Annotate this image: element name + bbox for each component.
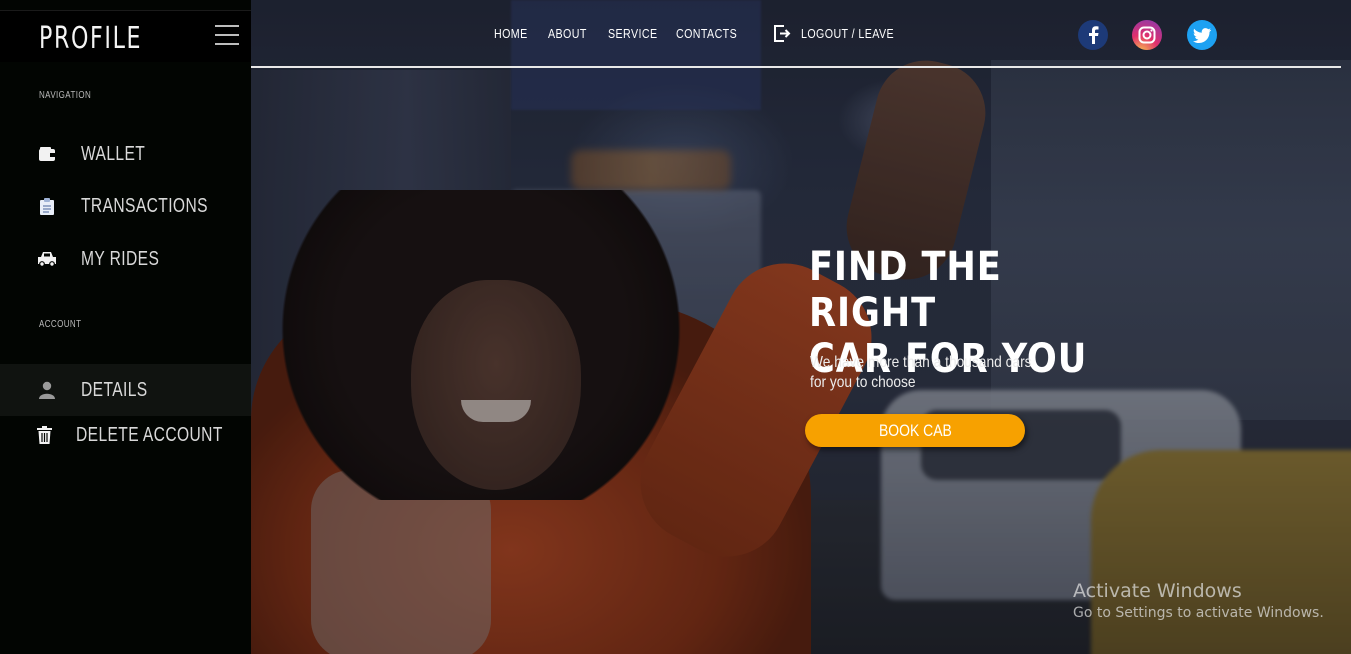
nav-divider	[251, 66, 1341, 68]
sidebar-item-label: MY RIDES	[81, 247, 160, 270]
nav-link-about[interactable]: ABOUT	[548, 26, 587, 41]
nav-section-heading: NAVIGATION	[39, 90, 92, 101]
sidebar-item-my-rides[interactable]: MY RIDES	[0, 233, 251, 285]
taxi-icon	[37, 249, 57, 269]
nav-link-home[interactable]: HOME	[494, 26, 528, 41]
hamburger-icon[interactable]	[215, 25, 239, 47]
twitter-icon[interactable]	[1187, 20, 1217, 50]
trash-icon	[37, 425, 52, 445]
sidebar-item-wallet[interactable]: WALLET	[0, 128, 251, 180]
hero-subtext: We have more than a thousand cars for yo…	[810, 353, 1034, 393]
sign-out-icon[interactable]	[774, 25, 791, 42]
sidebar: PROFILE NAVIGATION WALLET TRANSACTIONS M…	[0, 0, 251, 654]
facebook-icon[interactable]	[1078, 20, 1108, 50]
user-icon	[37, 380, 57, 400]
sidebar-item-delete-account[interactable]: DELETE ACCOUNT	[0, 409, 251, 461]
book-cab-label: BOOK CAB	[878, 421, 952, 440]
hero-subtext-line: for you to choose	[810, 374, 916, 391]
hero-headline-line: FIND THE RIGHT	[809, 244, 1002, 336]
nav-section-heading: ACCOUNT	[39, 319, 82, 330]
logout-link[interactable]: LOGOUT / LEAVE	[801, 26, 894, 41]
clipboard-icon	[37, 196, 57, 216]
sidebar-item-label: WALLET	[81, 142, 146, 165]
top-navigation: HOME ABOUT SERVICE CONTACTS LOGOUT / LEA…	[251, 0, 1351, 68]
instagram-icon[interactable]	[1132, 20, 1162, 50]
sidebar-item-label: DELETE ACCOUNT	[76, 423, 223, 446]
nav-link-service[interactable]: SERVICE	[608, 26, 657, 41]
nav-link-contacts[interactable]: CONTACTS	[676, 26, 737, 41]
activate-windows-title: Activate Windows	[1073, 580, 1242, 602]
sidebar-header: PROFILE	[0, 10, 251, 62]
sidebar-item-label: TRANSACTIONS	[81, 194, 208, 217]
sidebar-title: PROFILE	[39, 21, 143, 56]
wallet-icon	[37, 144, 57, 164]
hero-subtext-line: We have more than a thousand cars	[810, 354, 1032, 371]
book-cab-button[interactable]: BOOK CAB	[805, 414, 1025, 447]
sidebar-item-label: DETAILS	[81, 378, 148, 401]
activate-windows-subtitle: Go to Settings to activate Windows.	[1073, 605, 1324, 621]
hero-background-image	[251, 0, 1351, 654]
sidebar-item-transactions[interactable]: TRANSACTIONS	[0, 180, 251, 232]
hero-overlay	[251, 0, 1351, 654]
